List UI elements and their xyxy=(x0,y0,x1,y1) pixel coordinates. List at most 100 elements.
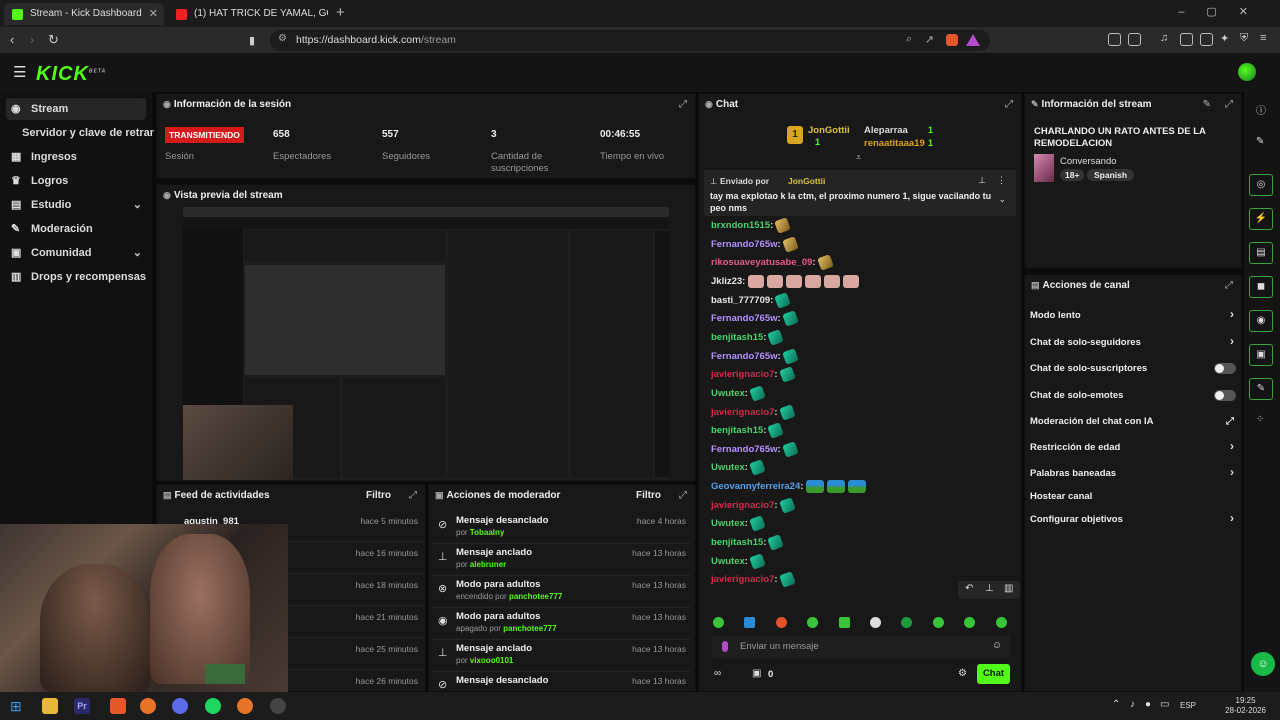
emote-icon[interactable] xyxy=(996,617,1007,628)
emote-icon[interactable] xyxy=(839,617,850,628)
menu-icon[interactable]: ≡ xyxy=(1260,32,1266,44)
reload-icon[interactable]: ↻ xyxy=(48,32,59,48)
chat-username[interactable]: Geovannyferreira24 xyxy=(711,481,800,492)
bookmark-icon[interactable]: ▮ xyxy=(249,34,255,47)
spotify-icon[interactable] xyxy=(205,698,221,714)
action-subscribers-only[interactable]: Chat de solo-suscriptores xyxy=(1030,363,1236,379)
chat-username[interactable]: rikosuaveyatusabe_09 xyxy=(711,257,812,268)
window-controls[interactable]: –▢✕ xyxy=(1178,5,1270,18)
top-gifter-name[interactable]: JonGottii xyxy=(808,125,850,136)
user-avatar[interactable] xyxy=(1238,63,1256,81)
edit-icon[interactable]: ✎ xyxy=(1203,99,1211,110)
chat-username[interactable]: Uwutex xyxy=(711,518,745,529)
chat-message[interactable]: Geovannyferreira24: xyxy=(711,480,867,494)
action-ai-moderation[interactable]: Moderación del chat con IA ⤢ xyxy=(1030,416,1236,432)
stream-preview-video[interactable] xyxy=(183,207,669,480)
chat-message[interactable]: javierignacio7: xyxy=(711,571,796,589)
sidebar-item-comunidad[interactable]: ▣ Comunidad ⌄ xyxy=(6,242,146,264)
rail-camera-button[interactable]: ◎ xyxy=(1249,174,1273,196)
expand-icon[interactable]: ⤢ xyxy=(1005,99,1013,110)
wallet-icon[interactable] xyxy=(1200,33,1213,46)
sidebar-item-moderacion[interactable]: ✎ Moderación xyxy=(6,218,146,240)
emote-icon[interactable] xyxy=(964,617,975,628)
toggle-switch[interactable] xyxy=(1214,363,1236,374)
emote-icon[interactable] xyxy=(870,617,881,628)
chat-message[interactable]: benjitash15: xyxy=(711,329,785,346)
chat-message[interactable]: Fernando765w: xyxy=(711,440,799,458)
unpin-icon[interactable]: ⊥ xyxy=(978,175,986,186)
top-gifter-name[interactable]: Aleparraa xyxy=(864,125,908,136)
chat-message[interactable]: Uwutex: xyxy=(711,385,766,402)
rail-wrench-button[interactable]: ✎ xyxy=(1249,378,1273,400)
gift-icon[interactable]: ▣ xyxy=(752,668,761,679)
premiere-icon[interactable]: Pr xyxy=(74,698,90,714)
chat-username[interactable]: brxndon1515 xyxy=(711,220,770,231)
chat-username[interactable]: benjitash15 xyxy=(711,537,763,548)
chat-username[interactable]: Jkliz23 xyxy=(711,276,742,287)
action-banned-words[interactable]: Palabras baneadas › xyxy=(1030,465,1236,484)
chat-message[interactable]: benjitash15: xyxy=(711,422,785,439)
more-options-icon[interactable]: ⋮ xyxy=(997,175,1006,186)
reply-icon[interactable]: ↶ xyxy=(965,583,973,594)
infinity-icon[interactable]: ∞ xyxy=(714,668,721,679)
chat-username[interactable]: basti_777709 xyxy=(711,295,770,306)
emote-icon[interactable] xyxy=(901,617,912,628)
chat-message[interactable]: javierignacio7: xyxy=(711,366,796,384)
browser-tab-youtube[interactable]: (1) HAT TRICK DE YAMAL, GOLEADA xyxy=(168,3,328,25)
chat-message[interactable]: Uwutex: xyxy=(711,515,766,533)
rail-notes-button[interactable]: ▤ xyxy=(1249,242,1273,264)
chat-input[interactable]: Enviar un mensaje ☺ xyxy=(712,636,1010,658)
sidebar-item-ingresos[interactable]: ▦ Ingresos xyxy=(6,146,146,168)
emote-icon[interactable] xyxy=(713,617,724,628)
chevron-down-icon[interactable]: ⌄ xyxy=(998,194,1006,205)
chat-username[interactable]: Fernando765w xyxy=(711,239,778,250)
community-icon[interactable]: ⁘ xyxy=(1256,414,1264,425)
action-emotes-only[interactable]: Chat de solo-emotes xyxy=(1030,390,1236,406)
sidebar-item-stream[interactable]: ◉ Stream xyxy=(6,98,146,120)
site-settings-icon[interactable]: ⚙ xyxy=(278,33,287,44)
action-followers-only[interactable]: Chat de solo-seguidores › xyxy=(1030,334,1236,353)
support-chat-icon[interactable]: ☺ xyxy=(1251,652,1275,676)
forward-icon[interactable]: › xyxy=(30,32,34,47)
expand-icon[interactable]: ⤢ xyxy=(1225,280,1233,291)
chat-username[interactable]: benjitash15 xyxy=(711,332,763,343)
brave-shield-icon[interactable] xyxy=(946,34,958,46)
chat-message[interactable]: Uwutex: xyxy=(711,459,766,477)
discord-icon[interactable] xyxy=(172,698,188,714)
mod-actions-filter-button[interactable]: Filtro xyxy=(636,490,661,501)
clock[interactable]: 19:25 28-02-2026 xyxy=(1225,696,1266,716)
microphone-icon[interactable]: ● xyxy=(1145,699,1151,710)
microphone-icon[interactable] xyxy=(722,641,728,652)
new-tab-icon[interactable]: + xyxy=(336,4,345,21)
firefox-icon[interactable] xyxy=(237,698,253,714)
chat-message[interactable]: brxndon1515: xyxy=(711,217,792,234)
tray-chevron-icon[interactable]: ⌃ xyxy=(1112,699,1120,710)
emoji-icon[interactable]: ☺ xyxy=(992,640,1002,651)
chat-username[interactable]: Uwutex xyxy=(711,556,745,567)
browser-tab-kick[interactable]: Stream - Kick Dashboard ✕ xyxy=(4,3,164,25)
leo-ai-icon[interactable]: ✦ xyxy=(1220,32,1229,45)
chat-message[interactable]: javierignacio7: xyxy=(711,496,796,514)
top-gifter-name[interactable]: renaatitaaa19 xyxy=(864,138,925,149)
language-indicator[interactable]: ESP xyxy=(1180,701,1196,710)
chat-message[interactable]: Fernando765w: xyxy=(711,347,799,365)
chat-username[interactable]: Fernando765w xyxy=(711,444,778,455)
rail-chat-button[interactable]: ◼ xyxy=(1249,276,1273,298)
action-configure-goals[interactable]: Configurar objetivos › xyxy=(1030,511,1236,530)
extensions-icon[interactable] xyxy=(1108,33,1121,46)
delete-icon[interactable]: ▥ xyxy=(1004,583,1013,594)
sidebar-item-logros[interactable]: ♛ Logros xyxy=(6,170,146,192)
sidebar-item-server-key[interactable]: Servidor y clave de retransmisión xyxy=(6,122,154,144)
chat-message[interactable]: benjitash15: xyxy=(711,534,785,551)
activity-filter-button[interactable]: Filtro xyxy=(366,490,391,501)
expand-icon[interactable]: ⤢ xyxy=(679,490,687,501)
sidebar-item-drops[interactable]: ▥ Drops y recompensas xyxy=(6,266,146,288)
expand-icon[interactable]: ⤢ xyxy=(679,99,687,110)
emote-icon[interactable] xyxy=(933,617,944,628)
chat-message[interactable]: Uwutex: xyxy=(711,552,766,570)
volume-icon[interactable]: ♪ xyxy=(1130,699,1135,710)
music-icon[interactable]: ♫ xyxy=(1160,32,1168,44)
action-age-restriction[interactable]: Restricción de edad › xyxy=(1030,439,1236,458)
expand-icon[interactable]: ⤢ xyxy=(1225,99,1233,110)
back-icon[interactable]: ‹ xyxy=(10,32,14,47)
